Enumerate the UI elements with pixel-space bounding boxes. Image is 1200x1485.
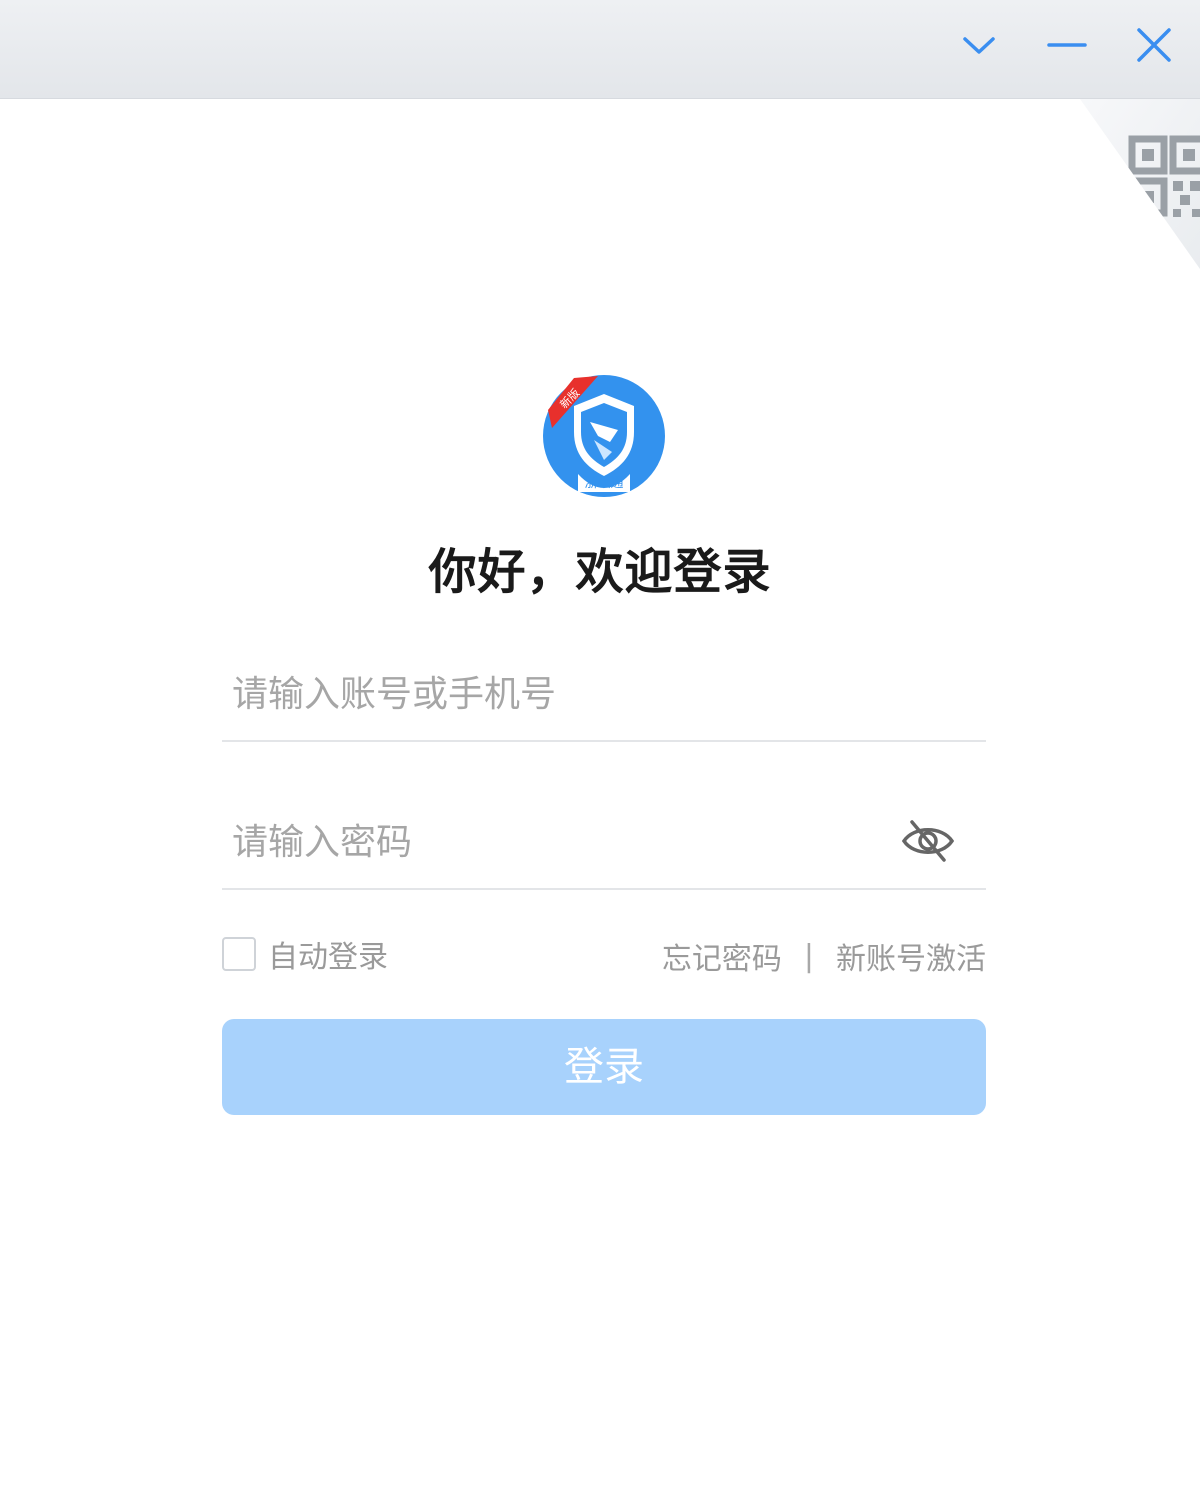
password-input[interactable] — [232, 812, 892, 872]
app-logo: 新版 浙政通 — [538, 370, 670, 498]
qr-code-login-toggle[interactable] — [1040, 99, 1200, 269]
account-links: 忘记密码 | 新账号激活 — [662, 934, 986, 978]
password-field-row — [222, 794, 986, 890]
forgot-password-link[interactable]: 忘记密码 — [662, 934, 782, 978]
close-icon[interactable] — [1131, 22, 1177, 68]
account-input[interactable] — [232, 664, 892, 724]
qr-code-icon — [1080, 99, 1200, 269]
login-button[interactable]: 登录 — [222, 1019, 986, 1115]
auto-login-label: 自动登录 — [268, 940, 388, 975]
auto-login-checkbox[interactable] — [222, 937, 256, 971]
eye-slash-icon[interactable] — [900, 816, 956, 866]
chevron-down-icon[interactable] — [956, 22, 1002, 68]
title-bar[interactable] — [0, 0, 1200, 99]
logo-caption: 浙政通 — [584, 476, 623, 491]
page-title: 你好，欢迎登录 — [428, 544, 772, 600]
activate-account-link[interactable]: 新账号激活 — [836, 934, 986, 978]
account-field-row — [222, 646, 986, 742]
auto-login-toggle[interactable]: 自动登录 — [222, 936, 388, 975]
link-separator: | — [803, 938, 814, 974]
login-options: 自动登录 忘记密码 | 新账号激活 — [222, 930, 986, 978]
minimize-icon[interactable] — [1044, 22, 1090, 68]
